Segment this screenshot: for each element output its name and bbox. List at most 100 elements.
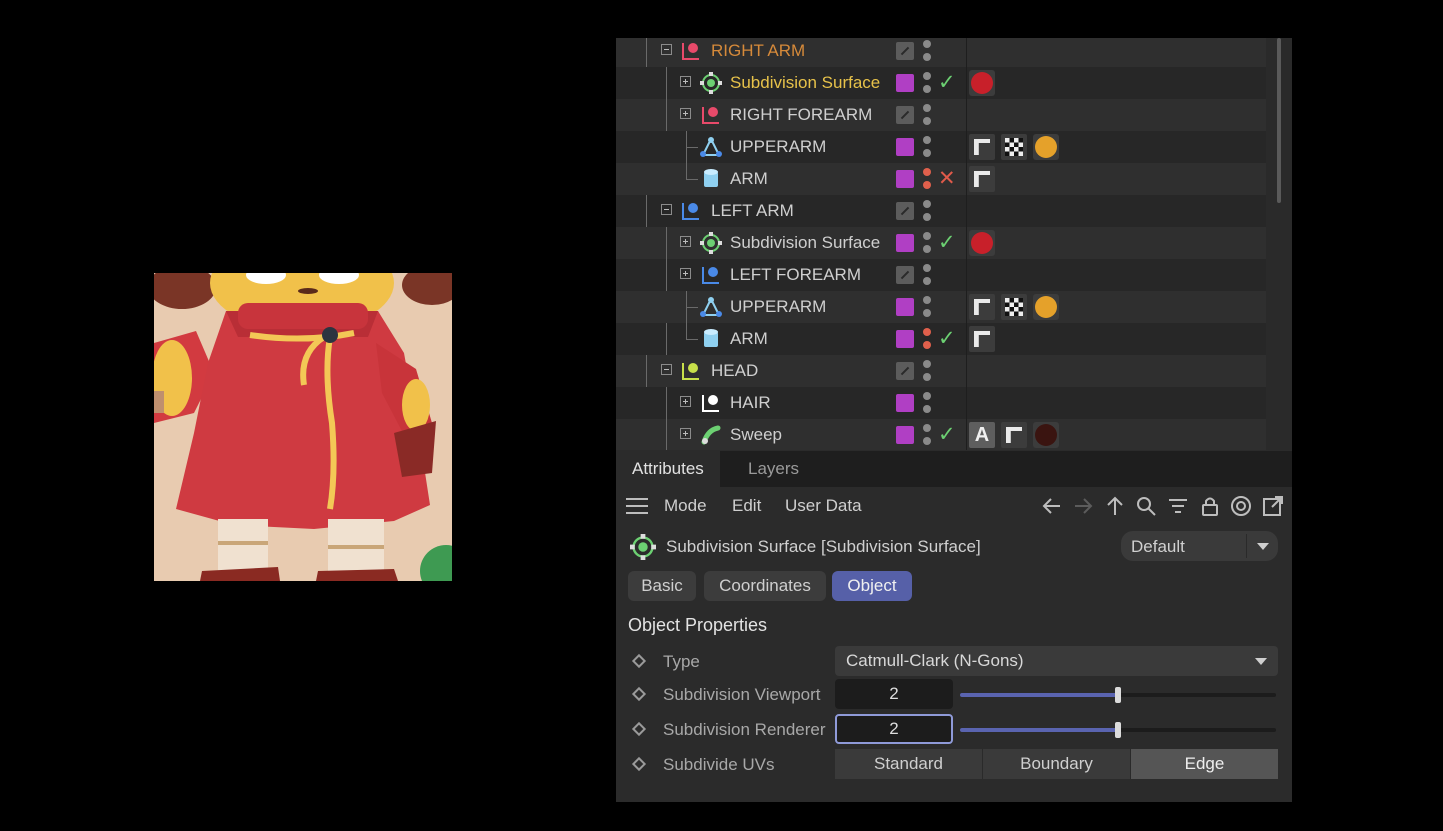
object-name[interactable]: RIGHT FOREARM (730, 105, 872, 125)
layer-swatch[interactable] (896, 362, 914, 380)
expand-toggle[interactable] (680, 76, 691, 87)
visibility-dots[interactable] (923, 423, 931, 447)
material-tag-icon[interactable] (1033, 134, 1059, 160)
expand-toggle[interactable] (680, 268, 691, 279)
phong-tag-icon[interactable] (1001, 422, 1027, 448)
object-name[interactable]: LEFT ARM (711, 201, 794, 221)
tab-object[interactable]: Object (832, 571, 912, 601)
phong-tag-icon[interactable] (969, 166, 995, 192)
visibility-dots[interactable] (923, 295, 931, 319)
enabled-check-icon[interactable]: ✓ (938, 230, 956, 255)
visibility-dots[interactable] (923, 327, 931, 351)
object-row-arm[interactable]: ARM ✓ (616, 323, 1266, 355)
arrow-right-icon[interactable] (1071, 494, 1095, 518)
enabled-check-icon[interactable]: ✓ (938, 326, 956, 351)
object-name[interactable]: LEFT FOREARM (730, 265, 861, 285)
visibility-dots[interactable] (923, 103, 931, 127)
layer-swatch[interactable] (896, 426, 914, 444)
collapse-toggle[interactable] (661, 204, 672, 215)
visibility-dots[interactable] (923, 391, 931, 415)
filter-icon[interactable] (1166, 494, 1190, 518)
option-standard[interactable]: Standard (835, 749, 983, 779)
keyframe-diamond-icon[interactable] (631, 686, 647, 702)
object-name[interactable]: ARM (730, 329, 768, 349)
keyframe-diamond-icon[interactable] (631, 756, 647, 772)
layer-swatch[interactable] (896, 170, 914, 188)
object-name[interactable]: HAIR (730, 393, 771, 413)
object-row-upperarm[interactable]: UPPERARM (616, 131, 1266, 163)
visibility-dots[interactable] (923, 359, 931, 383)
phong-tag-icon[interactable] (969, 134, 995, 160)
tab-attributes[interactable]: Attributes (616, 451, 720, 487)
object-row-hair[interactable]: HAIR (616, 387, 1266, 419)
object-name[interactable]: UPPERARM (730, 297, 826, 317)
visibility-dots[interactable] (923, 167, 931, 191)
object-row-subdivision-surface[interactable]: Subdivision Surface ✓ (616, 67, 1266, 99)
menu-user-data[interactable]: User Data (785, 496, 862, 516)
expand-toggle[interactable] (680, 428, 691, 439)
object-name[interactable]: Subdivision Surface (730, 233, 880, 253)
visibility-dots[interactable] (923, 263, 931, 287)
visibility-dots[interactable] (923, 199, 931, 223)
visibility-dots[interactable] (923, 71, 931, 95)
arrow-up-icon[interactable] (1103, 494, 1127, 518)
object-row-left-arm[interactable]: LEFT ARM (616, 195, 1266, 227)
expand-toggle[interactable] (680, 108, 691, 119)
layer-swatch[interactable] (896, 74, 914, 92)
tab-basic[interactable]: Basic (628, 571, 696, 601)
expand-toggle[interactable] (680, 396, 691, 407)
type-select[interactable]: Catmull-Clark (N-Gons) (835, 646, 1278, 676)
layer-swatch[interactable] (896, 298, 914, 316)
visibility-dots[interactable] (923, 39, 931, 63)
collapse-toggle[interactable] (661, 44, 672, 55)
collapse-toggle[interactable] (661, 364, 672, 375)
phong-tag-icon[interactable] (969, 294, 995, 320)
phong-tag-icon[interactable] (969, 326, 995, 352)
object-manager-scrollbar[interactable] (1277, 38, 1281, 203)
text-tag-icon[interactable]: A (969, 422, 995, 448)
enabled-check-icon[interactable]: ✓ (938, 422, 956, 447)
target-icon[interactable] (1229, 494, 1253, 518)
uvw-tag-icon[interactable] (1001, 134, 1027, 160)
keyframe-diamond-icon[interactable] (631, 653, 647, 669)
layer-swatch[interactable] (896, 266, 914, 284)
object-name[interactable]: RIGHT ARM (711, 41, 805, 61)
object-name[interactable]: HEAD (711, 361, 758, 381)
new-window-icon[interactable] (1261, 494, 1285, 518)
object-name[interactable]: ARM (730, 169, 768, 189)
object-row-left-forearm[interactable]: LEFT FOREARM (616, 259, 1266, 291)
layer-swatch[interactable] (896, 330, 914, 348)
layer-swatch[interactable] (896, 202, 914, 220)
slider-handle[interactable] (1115, 722, 1121, 738)
material-tag-icon[interactable] (1033, 422, 1059, 448)
uvw-tag-icon[interactable] (1001, 294, 1027, 320)
viewport-slider[interactable] (960, 687, 1276, 703)
menu-edit[interactable]: Edit (732, 496, 761, 516)
option-boundary[interactable]: Boundary (983, 749, 1131, 779)
layer-swatch[interactable] (896, 106, 914, 124)
object-row-upperarm[interactable]: UPPERARM (616, 291, 1266, 323)
object-row-arm[interactable]: ARM ✕ (616, 163, 1266, 195)
slider-handle[interactable] (1115, 687, 1121, 703)
arrow-left-icon[interactable] (1040, 494, 1064, 518)
search-icon[interactable] (1134, 494, 1158, 518)
lock-icon[interactable] (1198, 494, 1222, 518)
enabled-check-icon[interactable]: ✓ (938, 70, 956, 95)
menu-mode[interactable]: Mode (664, 496, 707, 516)
preset-dropdown[interactable]: Default (1121, 531, 1278, 561)
hamburger-menu-icon[interactable] (626, 498, 648, 514)
renderer-slider[interactable] (960, 722, 1276, 738)
object-row-right-arm[interactable]: RIGHT ARM (616, 38, 1266, 67)
object-row-head[interactable]: HEAD (616, 355, 1266, 387)
option-edge[interactable]: Edge (1131, 749, 1278, 779)
object-row-right-forearm[interactable]: RIGHT FOREARM (616, 99, 1266, 131)
layer-swatch[interactable] (896, 234, 914, 252)
disabled-cross-icon[interactable]: ✕ (938, 166, 956, 191)
object-name[interactable]: UPPERARM (730, 137, 826, 157)
object-name[interactable]: Sweep (730, 425, 782, 445)
renderer-number-field[interactable]: 2 (835, 714, 953, 744)
material-tag-icon[interactable] (969, 230, 995, 256)
visibility-dots[interactable] (923, 135, 931, 159)
tab-coordinates[interactable]: Coordinates (704, 571, 826, 601)
layer-swatch[interactable] (896, 138, 914, 156)
